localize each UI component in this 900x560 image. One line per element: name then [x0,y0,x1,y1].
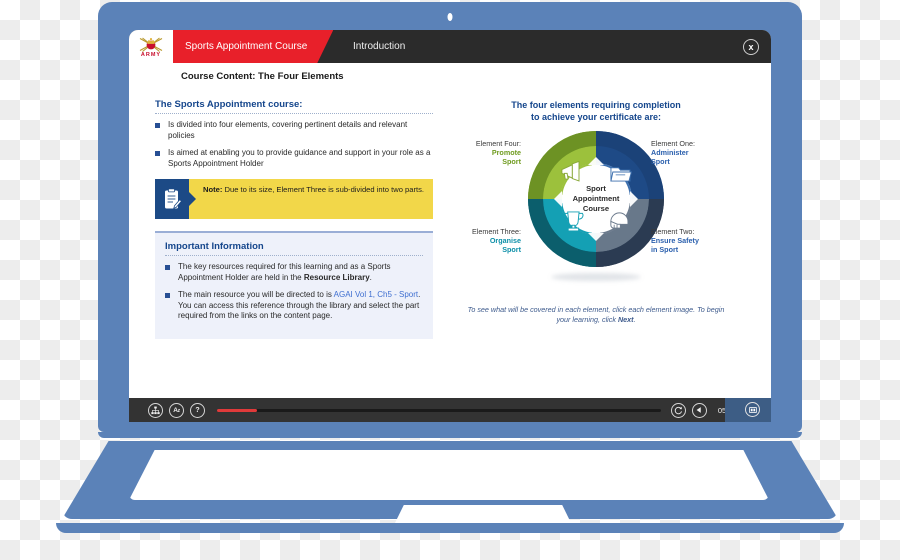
player-bar: Az ? 05 [129,398,771,422]
element-three-label[interactable]: Element Three: Organise Sport [449,227,521,254]
element-three-value-2: Sport [502,245,521,254]
left-column: The Sports Appointment course: Is divide… [155,99,433,339]
glossary-az-icon[interactable]: Az [169,402,184,418]
list-item: Is aimed at enabling you to provide guid… [155,148,433,169]
laptop-front-lip [56,523,844,533]
replay-icon[interactable] [670,402,686,418]
element-one-label[interactable]: Element One: Administer Sport [651,139,695,166]
progress-scrubber[interactable] [217,408,661,412]
laptop-hinge [98,432,802,438]
element-four-value-2: Sport [502,157,521,166]
help-question-icon[interactable]: ? [190,402,205,418]
element-two-label[interactable]: Element Two: Ensure Safety in Sport [651,227,699,254]
course-bullet-list: Is divided into four elements, covering … [155,120,433,169]
diagram-shadow [551,273,641,281]
info-bullet-list: The key resources required for this lear… [165,262,423,322]
note-body: Due to its size, Element Three is sub-di… [222,185,425,194]
diagram-heading-line2: to achieve your certificate are: [530,112,662,122]
element-two-value-1: Ensure Safety [651,236,699,245]
info-b1-c: . [369,272,372,282]
element-three-key: Element Three: [471,227,521,236]
divider [165,255,423,256]
notes-icon[interactable] [745,402,760,417]
clipboard-pencil-icon [155,179,189,219]
close-icon[interactable]: x [743,39,759,55]
laptop-lid: ARMY Sports Appointment Course Introduct… [98,2,802,432]
element-two-value-2: in Sport [651,245,679,254]
note-text: Note: Due to its size, Element Three is … [189,179,432,219]
previous-icon[interactable] [691,402,707,418]
element-two-key: Element Two: [651,227,695,236]
caption-next-emphasis: Next [617,315,634,324]
tab-introduction[interactable]: Introduction [341,30,417,63]
four-elements-diagram: Sport Appointment Course Element One: Ad… [447,127,745,299]
list-item: The main resource you will be directed t… [165,290,423,322]
progress-fill [217,408,257,412]
laptop-mockup: ARMY Sports Appointment Course Introduct… [0,0,900,560]
right-column: The four elements requiring completion t… [447,99,745,325]
info-b2-a: The main resource you will be directed t… [178,290,334,299]
player-left-controls: Az ? [148,402,211,418]
sitemap-icon[interactable] [148,402,163,418]
caption-part-c: . [633,315,636,324]
slide-content: Course Content: The Four Elements The Sp… [129,63,771,398]
left-heading: The Sports Appointment course: [155,99,303,110]
note-callout: Note: Due to its size, Element Three is … [155,179,433,219]
caption-part-a: To see what will be covered in each elem… [467,305,725,324]
divider [155,113,433,114]
keyboard-area [129,450,769,500]
important-information-panel: Important Information The key resources … [155,231,433,339]
info-heading: Important Information [165,241,264,252]
element-four-label[interactable]: Element Four: Promote Sport [449,139,521,166]
army-crest-icon: ARMY [129,30,174,63]
list-item: The key resources required for this lear… [165,262,423,283]
element-four-key: Element Four: [475,139,521,148]
diagram-heading-line1: The four elements requiring completion [511,100,681,110]
course-tab-label: Sports Appointment Course [185,41,308,52]
briefcase-icon [610,167,632,182]
webcam-icon [445,11,455,23]
list-item: Is divided into four elements, covering … [155,120,433,141]
page-title: Course Content: The Four Elements [181,71,344,82]
element-one-value-1: Administer [651,148,689,157]
diagram-heading: The four elements requiring completion t… [447,99,745,123]
element-four-value-1: Promote [491,148,521,157]
diagram-caption: To see what will be covered in each elem… [447,305,745,325]
element-one-key: Element One: [651,139,695,148]
tab-sports-appointment-course[interactable]: Sports Appointment Course [173,30,333,63]
brand-text: ARMY [140,51,162,58]
resource-library-emphasis: Resource Library [303,272,370,282]
agai-vol1-ch5-link[interactable]: AGAI Vol 1, Ch5 - Sport [334,290,418,299]
section-tab-label: Introduction [353,41,406,52]
element-one-value-2: Sport [651,157,670,166]
app-header: ARMY Sports Appointment Course Introduct… [129,30,771,63]
screen: ARMY Sports Appointment Course Introduct… [129,30,771,422]
note-label: Note: [203,185,223,194]
element-three-value-1: Organise [489,236,521,245]
